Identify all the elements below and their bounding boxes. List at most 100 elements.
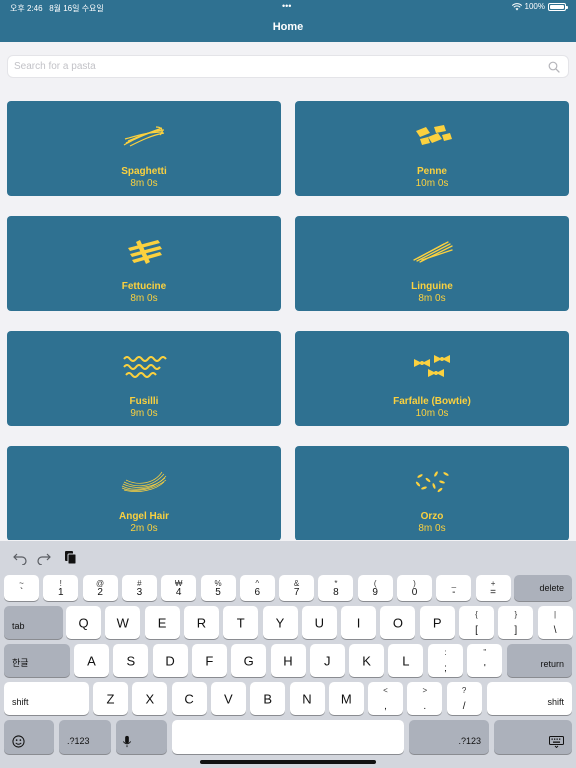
key-b[interactable]: B xyxy=(250,682,286,715)
pasta-card-orzo[interactable]: Orzo 8m 0s xyxy=(295,446,569,540)
key-=[interactable]: + = xyxy=(475,575,511,601)
pasta-name: Fettucine xyxy=(121,281,167,292)
key-label: .?123 xyxy=(67,736,90,746)
battery-icon xyxy=(548,2,568,11)
key-k[interactable]: K xyxy=(349,644,385,677)
key-0[interactable]: ) 0 xyxy=(397,575,432,601)
key-d[interactable]: D xyxy=(152,644,188,677)
key-s[interactable]: S xyxy=(113,644,149,677)
pasta-name: Farfalle (Bowtie) xyxy=(393,396,471,407)
key-y[interactable]: Y xyxy=(262,606,298,639)
pasta-card-angel-hair[interactable]: Angel Hair 2m 0s xyxy=(7,446,281,540)
battery-level xyxy=(550,4,564,9)
key-glyph: H xyxy=(283,653,293,668)
key-4[interactable]: ₩4 xyxy=(161,575,197,601)
key-glyph: M xyxy=(340,691,352,706)
key-glyph: D xyxy=(165,653,175,668)
key-sym-b0[interactable]: <, xyxy=(368,682,403,715)
key-glyph: Z xyxy=(106,691,115,706)
emoji-key[interactable] xyxy=(4,720,54,754)
return-key[interactable]: return xyxy=(507,644,572,677)
numbers-toggle-key-right[interactable]: .?123 xyxy=(409,720,489,754)
key-q[interactable]: Q xyxy=(66,606,101,639)
key-glyph: S xyxy=(126,653,136,668)
key-r[interactable]: R xyxy=(183,606,219,639)
key-i[interactable]: I xyxy=(341,606,377,639)
undo-icon[interactable] xyxy=(12,549,28,565)
redo-icon[interactable] xyxy=(36,549,52,565)
space-bar[interactable] xyxy=(172,720,404,754)
key-sym-b2[interactable]: ? / xyxy=(446,682,482,715)
language-key[interactable]: 한글 xyxy=(4,644,70,677)
shift-key-right[interactable]: shift xyxy=(487,682,572,715)
key-o[interactable]: O xyxy=(380,606,416,639)
key-f[interactable]: F xyxy=(191,644,227,677)
key-\[interactable]: | \ xyxy=(537,606,573,639)
wifi-icon xyxy=(511,2,522,10)
key-a[interactable]: A xyxy=(74,644,109,677)
key-8[interactable]: * 8 xyxy=(318,575,354,601)
key-sym-1[interactable]: " ' xyxy=(467,644,503,677)
key--[interactable]: _ - xyxy=(436,575,472,601)
key-5[interactable]: % 5 xyxy=(200,575,236,601)
home-indicator[interactable] xyxy=(200,760,376,764)
search-bar[interactable] xyxy=(7,55,569,78)
dictation-key[interactable] xyxy=(116,720,167,754)
numbers-toggle-key[interactable]: .?123 xyxy=(59,720,111,754)
pasta-card-farfalle[interactable]: Farfalle (Bowtie) 10m 0s xyxy=(295,331,569,426)
pasta-time: 10m 0s xyxy=(415,178,449,189)
key-sym-0[interactable]: :; xyxy=(428,644,463,677)
farfalle-icon xyxy=(414,355,450,377)
key-v[interactable]: V xyxy=(210,682,246,715)
key-3[interactable]: #3 xyxy=(121,575,157,601)
key-m[interactable]: M xyxy=(328,682,364,715)
paste-icon[interactable] xyxy=(62,549,78,565)
delete-key[interactable]: delete xyxy=(514,575,572,601)
key-1[interactable]: ! 1 xyxy=(43,575,79,601)
key-g[interactable]: G xyxy=(231,644,267,677)
key-n[interactable]: N xyxy=(289,682,325,715)
tab-key[interactable]: tab xyxy=(4,606,63,639)
key-[[interactable]: {[ xyxy=(459,606,494,639)
key-x[interactable]: X xyxy=(132,682,168,715)
search-input[interactable] xyxy=(14,56,534,77)
spaghetti-icon xyxy=(123,126,165,147)
key-glyph: 4 xyxy=(175,587,182,598)
key-c[interactable]: C xyxy=(171,682,207,715)
key-shift-glyph: { xyxy=(475,610,478,619)
key-9[interactable]: (9 xyxy=(357,575,393,601)
key-glyph: 0 xyxy=(411,587,418,598)
key-l[interactable]: L xyxy=(388,644,424,677)
key-label: tab xyxy=(12,621,25,631)
key-p[interactable]: P xyxy=(419,606,455,639)
key-2[interactable]: @2 xyxy=(82,575,118,601)
hide-keyboard-key[interactable] xyxy=(494,720,572,754)
key-glyph: 5 xyxy=(215,587,221,598)
multitasking-dots[interactable]: ••• xyxy=(282,1,291,11)
key-`[interactable]: ~ ` xyxy=(4,575,39,601)
pasta-card-fusilli[interactable]: Fusilli 9m 0s xyxy=(7,331,281,426)
key-6[interactable]: ^ 6 xyxy=(239,575,275,601)
key-z[interactable]: Z xyxy=(93,682,128,715)
key-glyph: 9 xyxy=(372,587,378,598)
key-w[interactable]: W xyxy=(105,606,141,639)
key-7[interactable]: & 7 xyxy=(279,575,315,601)
key-t[interactable]: T xyxy=(223,606,259,639)
key-glyph: C xyxy=(184,691,194,706)
shift-key-left[interactable]: shift xyxy=(4,682,89,715)
pasta-card-linguine[interactable]: Linguine 8m 0s xyxy=(295,216,569,311)
key-e[interactable]: E xyxy=(144,606,180,639)
pasta-time: 9m 0s xyxy=(130,408,158,419)
key-sym-b1[interactable]: >. xyxy=(407,682,443,715)
key-glyph: G xyxy=(243,653,254,668)
key-j[interactable]: J xyxy=(309,644,345,677)
key-u[interactable]: U xyxy=(301,606,337,639)
key-][interactable]: }] xyxy=(498,606,534,639)
pasta-name: Spaghetti xyxy=(121,166,167,177)
pasta-card-fettucine[interactable]: Fettucine 8m 0s xyxy=(7,216,281,311)
key-label: delete xyxy=(539,583,564,593)
pasta-card-spaghetti[interactable]: Spaghetti 8m 0s xyxy=(7,101,281,196)
pasta-card-penne[interactable]: Penne 10m 0s xyxy=(295,101,569,196)
key-glyph: ; xyxy=(444,663,447,674)
key-h[interactable]: H xyxy=(270,644,306,677)
